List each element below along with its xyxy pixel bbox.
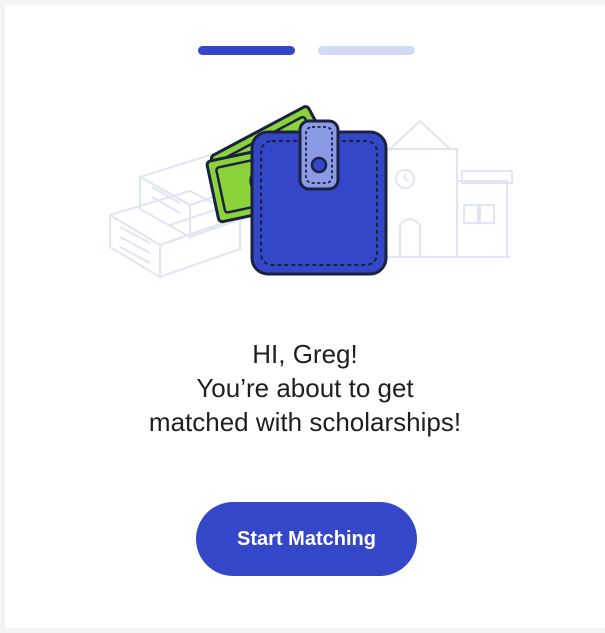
greeting-line-2: You’re about to get xyxy=(196,373,414,403)
greeting-line-3: matched with scholarships! xyxy=(148,407,462,437)
progress-step-1 xyxy=(198,46,295,55)
onboarding-card: HI, Greg! You’re about to get matched wi… xyxy=(5,5,605,628)
wallet-illustration xyxy=(100,87,520,287)
greeting-line-1: HI, Greg! xyxy=(252,339,358,369)
greeting-message: HI, Greg! You’re about to get matched wi… xyxy=(5,337,605,439)
wallet-icon xyxy=(250,119,388,276)
progress-step-2 xyxy=(318,46,415,55)
start-matching-button[interactable]: Start Matching xyxy=(196,502,417,576)
progress-indicator xyxy=(5,46,605,56)
